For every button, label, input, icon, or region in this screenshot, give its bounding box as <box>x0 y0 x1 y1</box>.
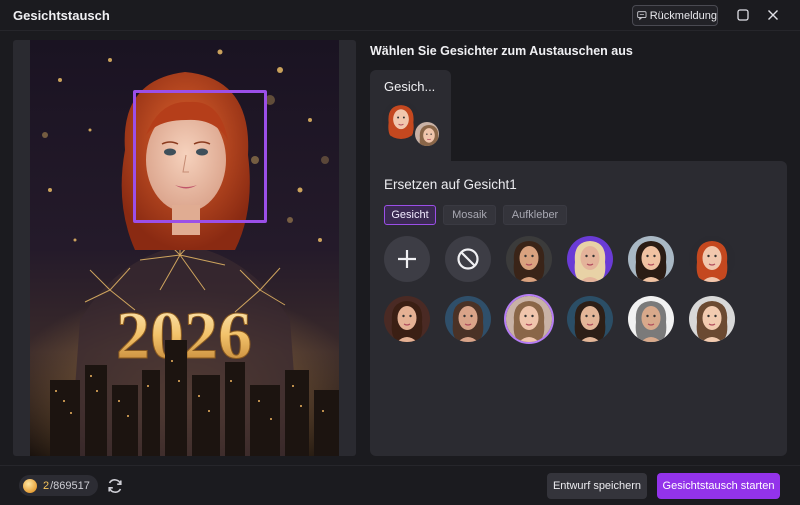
close-icon <box>768 10 778 20</box>
face-woman-light-hair-selected[interactable] <box>506 296 552 342</box>
credits-used: 2 <box>43 479 50 492</box>
no-face-button[interactable] <box>445 236 491 282</box>
feedback-icon <box>637 11 647 21</box>
maximize-button[interactable] <box>734 6 752 24</box>
main-photo: 2026 <box>30 40 339 456</box>
preview-panel: 2026 <box>13 40 356 456</box>
save-draft-button[interactable]: Entwurf speichern <box>547 473 647 499</box>
coin-icon <box>23 478 37 493</box>
start-faceswap-button[interactable]: Gesichtstausch starten <box>657 473 780 499</box>
feedback-label: Rückmeldung <box>649 9 717 22</box>
face-teen-boy[interactable] <box>445 296 491 342</box>
tab-face1-label: Gesich... <box>384 79 436 94</box>
replace-title: Ersetzen auf Gesicht1 <box>384 177 517 192</box>
face-woman-business[interactable] <box>567 296 613 342</box>
face-young-man-dark-hair[interactable] <box>506 236 552 282</box>
refresh-icon <box>108 479 122 493</box>
credits-total: /869517 <box>50 479 90 492</box>
window-title: Gesichtstausch <box>13 8 110 23</box>
feedback-button[interactable]: Rückmeldung <box>632 5 718 26</box>
face-baby-dark-hair[interactable] <box>628 236 674 282</box>
ban-icon <box>457 248 479 270</box>
target-face-thumb <box>413 120 441 148</box>
face-woman-dark-makeup[interactable] <box>384 296 430 342</box>
credits-counter: 2 /869517 <box>19 475 98 496</box>
filter-mosaic-tab[interactable]: Mosaik <box>443 205 496 225</box>
face-man-glasses-suit[interactable] <box>628 296 674 342</box>
face-blonde-woman-neon[interactable] <box>567 236 613 282</box>
face-selection-panel: Wählen Sie Gesichter zum Austauschen aus… <box>370 40 787 456</box>
title-bar: Gesichtstausch Rückmeldung <box>0 0 800 31</box>
panel-heading: Wählen Sie Gesichter zum Austauschen aus <box>370 44 633 58</box>
face-baby-light[interactable] <box>689 296 735 342</box>
bottom-bar: 2 /869517 Entwurf speichern Gesichtstaus… <box>0 465 800 505</box>
replace-area: Ersetzen auf Gesicht1 Gesicht Mosaik Auf… <box>370 161 787 456</box>
filter-sticker-tab[interactable]: Aufkleber <box>503 205 567 225</box>
add-face-button[interactable] <box>384 236 430 282</box>
face-redhead-woman[interactable] <box>689 236 735 282</box>
plus-icon <box>398 250 416 268</box>
close-button[interactable] <box>764 6 782 24</box>
tab-face1[interactable]: Gesich... <box>370 70 451 163</box>
refresh-button[interactable] <box>106 477 124 495</box>
maximize-icon <box>737 9 749 21</box>
filter-face-tab[interactable]: Gesicht <box>384 205 436 225</box>
detected-face-box[interactable] <box>133 90 267 223</box>
